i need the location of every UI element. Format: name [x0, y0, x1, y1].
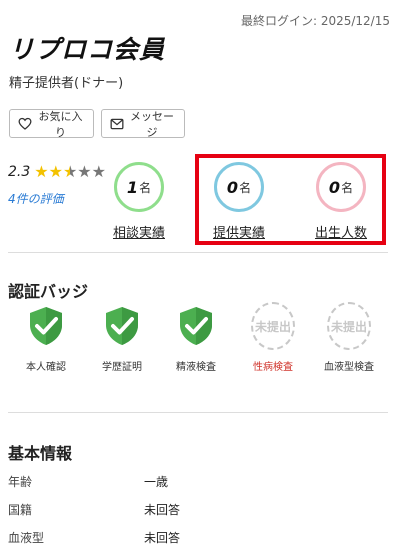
stat-ring: 1名: [114, 162, 164, 212]
rating: 2.3 ★ ★ ★ ★ ★: [8, 164, 106, 181]
badge-identity: 本人確認: [11, 304, 81, 373]
info-key: 年齢: [8, 475, 33, 489]
heart-icon: [18, 117, 32, 130]
unsubmitted-badge: 未提出: [327, 302, 371, 350]
stat-consultations-link[interactable]: 相談実績: [110, 222, 168, 241]
info-value: 未回答: [144, 503, 181, 517]
shield-check-icon: [24, 304, 68, 348]
badges-section-title: 認証バッジ: [8, 282, 89, 301]
message-button-label: メッセージ: [130, 109, 174, 139]
info-key: 血液型: [8, 531, 45, 545]
badge-blood-type-test: 未提出 血液型検査: [314, 302, 384, 373]
favorite-button[interactable]: お気に入り: [9, 109, 94, 139]
info-key: 国籍: [8, 503, 33, 517]
star-empty-icon: ★: [77, 162, 92, 181]
star-half-icon: ★: [62, 162, 78, 181]
reviews-link[interactable]: 4件の評価: [8, 190, 64, 207]
divider: [8, 252, 388, 253]
star-filled-icon: ★: [48, 162, 63, 181]
unsubmitted-icon: 未提出: [327, 302, 371, 350]
badge-label: 精液検査: [176, 362, 216, 373]
profile-role: 精子提供者(ドナー): [9, 76, 124, 91]
star-empty-icon: ★: [91, 162, 106, 181]
shield-check-icon: [174, 304, 218, 348]
star-rating: ★ ★ ★ ★ ★: [34, 164, 106, 180]
profile-name: リプロコ会員: [9, 35, 166, 64]
rating-score: 2.3: [8, 164, 31, 180]
unsubmitted-icon: 未提出: [251, 302, 295, 350]
unsubmitted-badge: 未提出: [251, 302, 295, 350]
stat-consultations: 1名 相談実績: [110, 162, 168, 241]
highlight-annotation-box: [195, 154, 386, 245]
badge-label: 学歴証明: [102, 362, 142, 373]
divider: [8, 412, 388, 413]
info-value: 未回答: [144, 531, 181, 545]
badge-label: 本人確認: [26, 362, 66, 373]
stat-unit: 名: [139, 180, 152, 195]
info-section-title: 基本情報: [8, 444, 73, 463]
favorite-button-label: お気に入り: [38, 109, 83, 139]
badge-semen-test: 精液検査: [161, 304, 231, 373]
shield-check-icon: [100, 304, 144, 348]
envelope-icon: [110, 118, 124, 129]
star-filled-icon: ★: [34, 162, 49, 181]
badge-education: 学歴証明: [87, 304, 157, 373]
info-value: 一歳: [144, 475, 169, 489]
last-login-text: 最終ログイン: 2025/12/15: [240, 14, 390, 28]
stat-value: 1: [126, 177, 139, 197]
badge-std-test: 未提出 性病検査: [238, 302, 308, 373]
badge-label: 性病検査: [253, 362, 293, 373]
badge-label: 血液型検査: [324, 362, 374, 373]
message-button[interactable]: メッセージ: [101, 109, 185, 139]
